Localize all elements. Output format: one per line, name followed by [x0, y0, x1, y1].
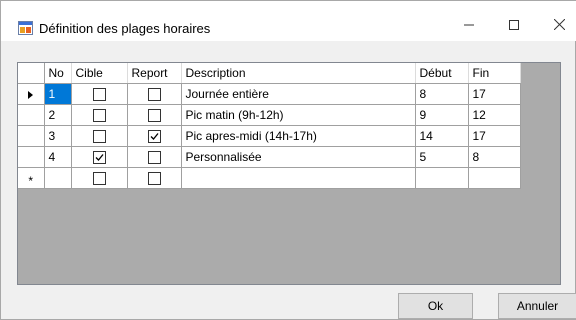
- column-header-fin[interactable]: Fin: [468, 63, 521, 84]
- cell-description[interactable]: [181, 167, 416, 189]
- row-header[interactable]: [18, 146, 45, 168]
- grid-table: No Cible Report Description Début Fin 1 J…: [18, 63, 521, 189]
- cell-report[interactable]: [127, 167, 182, 189]
- cell-cible[interactable]: [71, 146, 128, 168]
- row-header-corner: [18, 63, 45, 84]
- cell-description[interactable]: Journée entière: [181, 83, 416, 105]
- cell-debut[interactable]: 5: [415, 146, 469, 168]
- cell-description[interactable]: Pic apres-midi (14h-17h): [181, 125, 416, 147]
- report-checkbox[interactable]: [147, 172, 161, 186]
- title-bar: Définition des plages horaires: [1, 1, 576, 41]
- minimize-button[interactable]: [446, 11, 492, 41]
- cell-no[interactable]: [44, 167, 72, 189]
- cell-report[interactable]: [127, 104, 182, 126]
- cible-checkbox-checked[interactable]: [92, 151, 106, 165]
- cell-debut[interactable]: 8: [415, 83, 469, 105]
- cell-description[interactable]: Personnalisée: [181, 146, 416, 168]
- cible-checkbox[interactable]: [92, 88, 106, 102]
- table-row[interactable]: 2 Pic matin (9h-12h) 9 12: [18, 104, 521, 126]
- cible-checkbox[interactable]: [92, 130, 106, 144]
- cell-no[interactable]: 2: [44, 104, 72, 126]
- column-header-description[interactable]: Description: [181, 63, 416, 84]
- cell-fin[interactable]: 17: [468, 125, 521, 147]
- new-row-marker: *: [28, 174, 34, 188]
- cell-no[interactable]: 3: [44, 125, 72, 147]
- cell-fin[interactable]: [468, 167, 521, 189]
- minimize-icon: [464, 17, 474, 35]
- cible-checkbox[interactable]: [92, 172, 106, 186]
- maximize-icon: [509, 17, 519, 35]
- cell-report[interactable]: [127, 83, 182, 105]
- row-header[interactable]: *: [18, 167, 45, 189]
- ok-button[interactable]: Ok: [398, 293, 473, 319]
- cancel-button[interactable]: Annuler: [498, 293, 576, 319]
- cell-debut[interactable]: 9: [415, 104, 469, 126]
- cell-cible[interactable]: [71, 125, 128, 147]
- cell-cible[interactable]: [71, 83, 128, 105]
- cell-description[interactable]: Pic matin (9h-12h): [181, 104, 416, 126]
- table-row[interactable]: 3 Pic apres-midi (14h-17h) 14 17: [18, 125, 521, 147]
- time-ranges-grid[interactable]: No Cible Report Description Début Fin 1 J…: [17, 62, 561, 285]
- cell-fin[interactable]: 17: [468, 83, 521, 105]
- window-title: Définition des plages horaires: [39, 21, 211, 36]
- cell-fin[interactable]: 12: [468, 104, 521, 126]
- report-checkbox[interactable]: [147, 151, 161, 165]
- row-header[interactable]: [18, 83, 45, 105]
- cell-fin[interactable]: 8: [468, 146, 521, 168]
- cell-report[interactable]: [127, 125, 182, 147]
- dialog-app-icon: [18, 21, 33, 35]
- column-header-report[interactable]: Report: [127, 63, 182, 84]
- cell-report[interactable]: [127, 146, 182, 168]
- close-button[interactable]: [536, 11, 576, 41]
- report-checkbox[interactable]: [147, 109, 161, 123]
- dialog-window: Définition des plages horaires No Cible …: [0, 0, 576, 320]
- column-header-debut[interactable]: Début: [415, 63, 469, 84]
- cell-debut[interactable]: [415, 167, 469, 189]
- cell-debut[interactable]: 14: [415, 125, 469, 147]
- close-icon: [553, 17, 565, 35]
- column-header-no[interactable]: No: [44, 63, 72, 84]
- report-checkbox[interactable]: [147, 88, 161, 102]
- current-row-arrow-icon: [28, 90, 34, 99]
- table-row[interactable]: 4 Personnalisée 5 8: [18, 146, 521, 168]
- cell-cible[interactable]: [71, 104, 128, 126]
- cell-no[interactable]: 4: [44, 146, 72, 168]
- table-row[interactable]: 1 Journée entière 8 17: [18, 83, 521, 105]
- header-row: No Cible Report Description Début Fin: [18, 63, 521, 84]
- row-header[interactable]: [18, 125, 45, 147]
- cible-checkbox[interactable]: [92, 109, 106, 123]
- cell-cible[interactable]: [71, 167, 128, 189]
- row-header[interactable]: [18, 104, 45, 126]
- column-header-cible[interactable]: Cible: [71, 63, 128, 84]
- cell-no[interactable]: 1: [44, 83, 72, 105]
- report-checkbox-checked[interactable]: [147, 130, 161, 144]
- new-row[interactable]: *: [18, 167, 521, 189]
- maximize-button[interactable]: [491, 11, 537, 41]
